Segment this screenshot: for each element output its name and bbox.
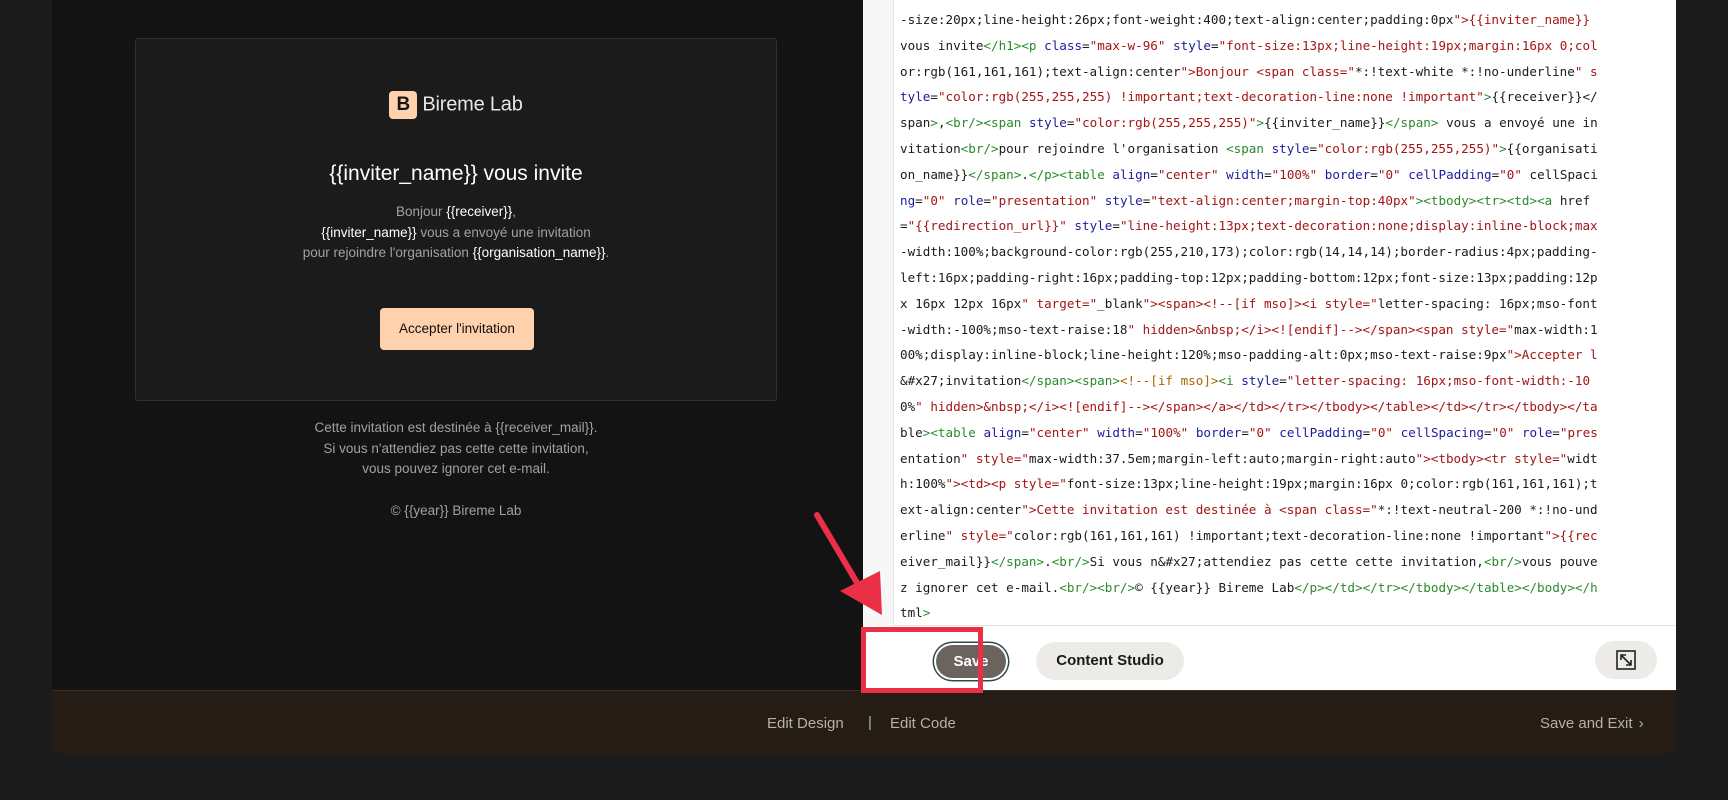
code-line: or:rgb(161,161,161);text-align:center">B… [900, 63, 1598, 79]
code-line: tyle="color:rgb(255,255,255) !important;… [900, 89, 1598, 105]
edit-design-link[interactable]: Edit Design [767, 715, 844, 732]
bottom-nav-bar: Edit Design | Edit Code Save and Exit › [52, 690, 1676, 755]
code-line: on_name}}</span>.</p><table align="cente… [900, 166, 1598, 182]
code-line: -width:100%;background-color:rgb(255,210… [900, 244, 1598, 260]
expand-icon [1616, 650, 1636, 670]
inviter-name-var: {{inviter_name}} [321, 224, 417, 240]
email-card: B Bireme Lab {{inviter_name}} vous invite… [135, 38, 777, 401]
chevron-right-icon: › [1638, 715, 1644, 732]
code-line: vitation<br/>pour rejoindre l'organisati… [900, 140, 1598, 156]
nav-separator: | [868, 714, 872, 731]
footer-line: Si vous n'attendiez pas cette cette invi… [323, 440, 589, 456]
bireme-logo-icon: B [389, 91, 418, 119]
sent-text: vous a envoyé une invitation [416, 224, 591, 240]
code-line: ext-align:center">Cette invitation est d… [900, 502, 1598, 518]
annotation-highlight-box [861, 627, 983, 693]
code-line: ble><table align="center" width="100%" b… [900, 424, 1598, 440]
code-line: x 16px 12px 16px" target="_blank"><span>… [900, 295, 1598, 311]
email-footer: Cette invitation est destinée à {{receiv… [135, 418, 777, 480]
save-and-exit-button[interactable]: Save and Exit › [1540, 715, 1644, 732]
accept-invitation-button[interactable]: Accepter l'invitation [380, 308, 534, 350]
code-line: ="{{redirection_url}}" style="line-heigh… [900, 218, 1598, 234]
code-line: entation" style="max-width:37.5em;margin… [900, 450, 1598, 466]
receiver-var: {{receiver}} [446, 204, 513, 219]
code-line: 00%;display:inline-block;line-height:120… [900, 347, 1598, 363]
code-line: z ignorer cet e-mail.<br/><br/>© {{year}… [900, 579, 1598, 595]
code-line: left:16px;padding-right:16px;padding-top… [900, 269, 1598, 285]
brand: B Bireme Lab [136, 91, 776, 119]
annotation-arrow-icon [814, 512, 882, 615]
greeting-line: Bonjour {{receiver}}, [136, 202, 776, 223]
join-period: . [605, 245, 610, 260]
footer-line: vous pouvez ignorer cet e-mail. [362, 461, 550, 476]
code-line: tml> [900, 605, 931, 621]
email-heading: {{inviter_name}} vous invite [329, 162, 583, 185]
code-line: h:100%"><td><p style="font-size:13px;lin… [900, 476, 1598, 492]
code-line: eiver_mail}}</span>.<br/>Si vous n&#x27;… [900, 553, 1598, 569]
sent-line: {{inviter_name}} vous a envoyé une invit… [136, 223, 776, 244]
edit-code-link[interactable]: Edit Code [890, 715, 956, 732]
brand-name: Bireme Lab [422, 93, 523, 116]
organisation-name-var: {{organisation_name}} [472, 245, 606, 260]
code-line: vous invite</h1><p class="max-w-96" styl… [900, 37, 1598, 53]
footer-line: Cette invitation est destinée à {{receiv… [314, 420, 598, 435]
greeting-prefix: Bonjour [395, 204, 447, 219]
code-line: span>,<br/><span style="color:rgb(255,25… [900, 115, 1598, 131]
code-toolbar: Save Content Studio [863, 627, 1676, 690]
email-preview-pane: B Bireme Lab {{inviter_name}} vous invite… [52, 0, 863, 690]
code-editor[interactable]: -size:20px;line-height:26px;font-weight:… [900, 0, 1672, 626]
code-divider [893, 625, 1676, 626]
code-line: -size:20px;line-height:26px;font-weight:… [900, 12, 1590, 27]
code-line: ng="0" role="presentation" style="text-a… [900, 192, 1591, 208]
content-studio-button[interactable]: Content Studio [1036, 642, 1184, 680]
code-line: &#x27;invitation</span><span><!--[if mso… [900, 373, 1591, 389]
code-editor-pane: -size:20px;line-height:26px;font-weight:… [863, 0, 1676, 690]
join-text: pour rejoindre l'organisation [302, 245, 473, 260]
code-line: 0%" hidden>&nbsp;</i><![endif]--></span>… [900, 398, 1598, 414]
code-line: erline" style="color:rgb(161,161,161) !i… [900, 527, 1598, 543]
expand-button[interactable] [1595, 641, 1657, 679]
save-and-exit-label: Save and Exit [1540, 715, 1633, 732]
join-line: pour rejoindre l'organisation {{organisa… [136, 243, 776, 264]
code-line: -width:-100%;mso-text-raise:18" hidden>&… [900, 321, 1598, 337]
copyright: © {{year}} Bireme Lab [390, 503, 522, 518]
email-body: Bonjour {{receiver}}, {{inviter_name}} v… [136, 202, 776, 264]
greeting-suffix: , [512, 204, 517, 219]
